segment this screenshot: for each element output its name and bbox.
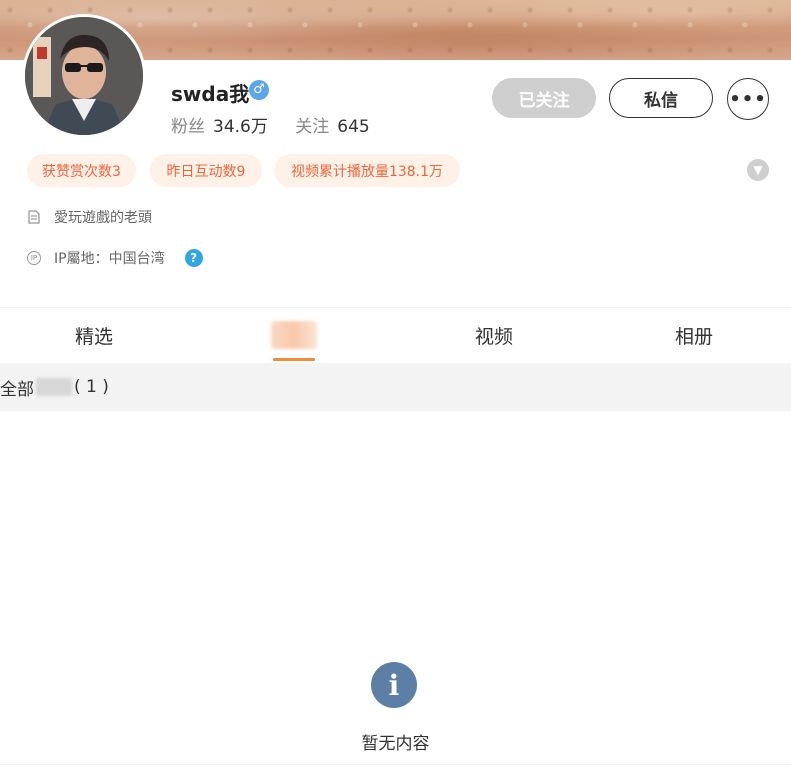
empty-state-text: 暂无内容 [361,734,430,754]
tab-album[interactable]: 相册 [594,308,791,362]
document-icon [26,209,42,225]
profile-stats: 粉丝 34.6万 关注 645 [171,112,392,137]
tag-interaction-count[interactable]: 昨日互动数9 [150,154,262,187]
help-icon[interactable]: ? [184,249,203,267]
profile-tabs: 精选 视频 相册 [0,308,791,362]
ip-row: IP IP屬地：中国台湾 ? [26,248,203,268]
avatar[interactable] [22,14,146,138]
ip-location-text: IP屬地：中国台湾 [54,251,165,267]
tag-reward-count[interactable]: 获赞赏次数3 [27,154,136,187]
divider [0,764,791,765]
chevron-down-icon[interactable]: ▼ [747,159,769,181]
info-icon: i [371,662,417,708]
filter-bar[interactable]: 全部 ( 1 ) [0,363,791,411]
bio-text: 愛玩遊戲的老頭 [54,210,152,226]
following-label[interactable]: 关注 [295,117,329,137]
followers-count[interactable]: 34.6万 [213,117,268,137]
tab-video[interactable]: 视频 [394,308,594,362]
following-count[interactable]: 645 [337,117,369,137]
active-tab-indicator [273,358,315,361]
tab-blurred[interactable] [194,308,394,362]
followed-button[interactable]: 已关注 [492,78,596,118]
ip-icon: IP [27,251,41,265]
profile-name: swda我 [171,82,250,106]
more-options-button[interactable]: ••• [727,78,769,120]
blurred-filter-label [36,378,72,396]
avatar-image [25,17,143,135]
filter-prefix: 全部 [0,379,34,400]
tag-video-plays[interactable]: 视频累计播放量138.1万 [274,154,460,187]
filter-count: ( 1 ) [74,377,109,397]
followers-label[interactable]: 粉丝 [171,117,205,137]
bio-row: 愛玩遊戲的老頭 [26,207,152,227]
male-icon: ♂ [249,80,269,100]
message-button[interactable]: 私信 [609,78,713,118]
blurred-tab-label [271,321,317,349]
tab-featured[interactable]: 精选 [0,308,194,362]
